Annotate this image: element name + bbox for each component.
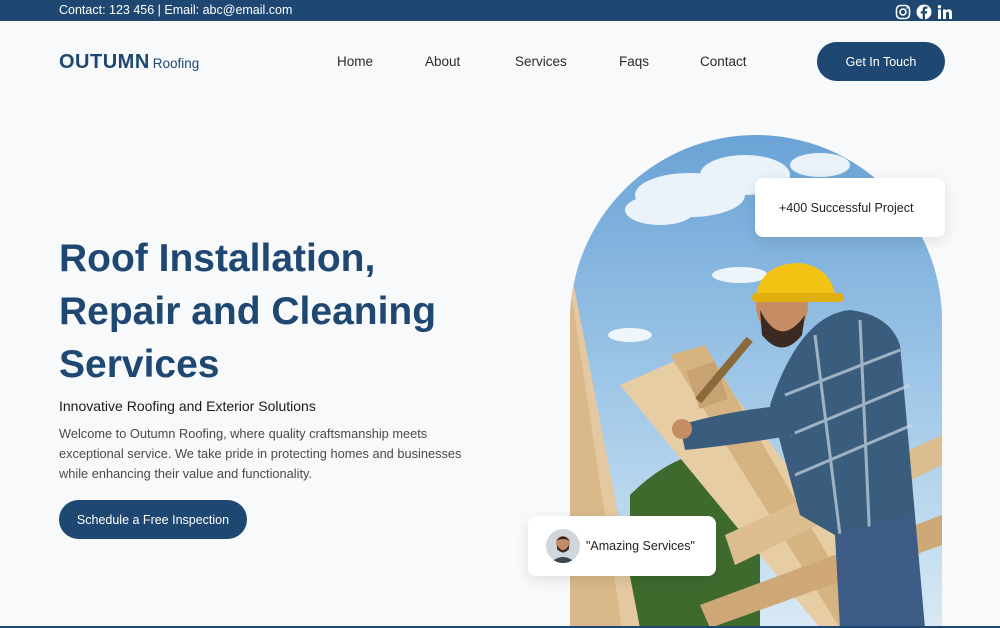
headline-line-3: Services	[59, 343, 220, 386]
social-links	[894, 3, 954, 21]
nav-contact[interactable]: Contact	[700, 54, 747, 69]
brand-name: OUTUMN	[59, 51, 150, 73]
brand-logo[interactable]: OUTUMN Roofing	[59, 51, 199, 74]
projects-count-text: +400 Successful Project	[779, 200, 914, 215]
linkedin-icon[interactable]	[936, 3, 954, 21]
successful-projects-badge: +400 Successful Project	[755, 178, 945, 237]
avatar	[546, 529, 580, 563]
nav-home[interactable]: Home	[337, 54, 373, 69]
hero-subheading: Innovative Roofing and Exterior Solution…	[59, 398, 316, 414]
nav-about[interactable]: About	[425, 54, 460, 69]
hero-intro: Welcome to Outumn Roofing, where quality…	[59, 426, 462, 481]
nav-services[interactable]: Services	[515, 54, 567, 69]
testimonial-text: "Amazing Services"	[586, 539, 695, 553]
headline-line-2: Repair and Cleaning	[59, 290, 437, 333]
top-contact-bar: Contact: 123 456 | Email: abc@email.com	[0, 0, 1000, 21]
schedule-inspection-button[interactable]: Schedule a Free Inspection	[59, 500, 247, 539]
brand-subtitle: Roofing	[152, 56, 200, 71]
nav-faqs[interactable]: Faqs	[619, 54, 649, 69]
headline-line-1: Roof Installation,	[59, 237, 376, 280]
get-in-touch-button[interactable]: Get In Touch	[817, 42, 945, 81]
instagram-icon[interactable]	[894, 3, 912, 21]
testimonial-badge: "Amazing Services"	[528, 516, 716, 576]
contact-info: Contact: 123 456 | Email: abc@email.com	[59, 3, 293, 17]
hero-headline: Roof Installation, Repair and Cleaning S…	[59, 232, 519, 391]
facebook-icon[interactable]	[915, 3, 933, 21]
